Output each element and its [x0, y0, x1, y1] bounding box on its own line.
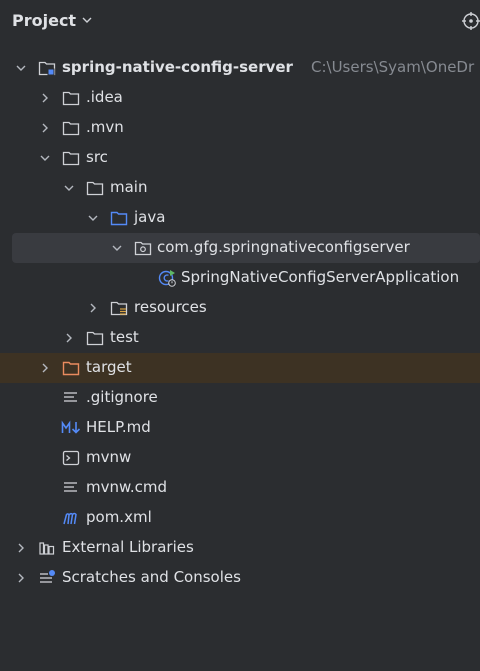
tree-item-label: mvnw — [86, 448, 132, 466]
tree-item-gitignore[interactable]: .gitignore — [0, 383, 480, 413]
tree-item-package[interactable]: com.gfg.springnativeconfigserver — [12, 233, 480, 263]
tree-item-label: pom.xml — [86, 508, 152, 526]
tree-item-mvnw-cmd[interactable]: mvnw.cmd — [0, 473, 480, 503]
tree-item-help-md[interactable]: HELP.md — [0, 413, 480, 443]
tree-item-java[interactable]: java — [0, 203, 480, 233]
tree-item-main[interactable]: main — [0, 173, 480, 203]
chevron-down-icon[interactable] — [15, 62, 27, 74]
terminal-icon — [62, 450, 80, 466]
tree-item-label: test — [110, 328, 139, 346]
tree-item-src[interactable]: src — [0, 143, 480, 173]
chevron-down-icon[interactable] — [111, 242, 123, 254]
folder-icon — [86, 331, 104, 346]
project-tool-window-header: Project — [0, 0, 480, 44]
tree-item-label: .idea — [86, 88, 123, 106]
tree-item-target[interactable]: target — [0, 353, 480, 383]
tree-item-label: main — [110, 178, 148, 196]
tree-item-idea[interactable]: .idea — [0, 83, 480, 113]
tree-item-label: Scratches and Consoles — [62, 568, 241, 586]
folder-icon — [62, 91, 80, 106]
tool-window-title[interactable]: Project — [12, 11, 76, 30]
chevron-right-icon[interactable] — [39, 92, 51, 104]
tree-item-label: HELP.md — [86, 418, 151, 436]
tree-item-label: .gitignore — [86, 388, 158, 406]
tree-item-external-libraries[interactable]: External Libraries — [0, 533, 480, 563]
tree-item-label: mvnw.cmd — [86, 478, 168, 496]
tree-item-label: .mvn — [86, 118, 124, 136]
folder-icon — [62, 121, 80, 136]
chevron-right-icon[interactable] — [15, 542, 27, 554]
scratches-icon — [40, 570, 55, 583]
chevron-down-icon[interactable] — [39, 152, 51, 164]
text-file-icon — [64, 392, 77, 402]
chevron-down-icon[interactable] — [80, 13, 94, 27]
folder-icon — [86, 181, 104, 196]
resources-folder-icon — [110, 301, 128, 316]
tree-item-label: com.gfg.springnativeconfigserver — [157, 238, 410, 256]
chevron-right-icon[interactable] — [87, 302, 99, 314]
package-icon — [134, 241, 152, 256]
tree-item-label: SpringNativeConfigServerApplication — [181, 268, 460, 286]
tree-item-app-class[interactable]: SpringNativeConfigServerApplication — [0, 263, 480, 293]
tree-item-label: java — [134, 208, 166, 226]
library-icon — [39, 542, 55, 555]
spring-boot-class-icon — [158, 270, 176, 287]
tree-item-label: External Libraries — [62, 538, 194, 556]
text-file-icon — [64, 482, 77, 492]
tree-item-root-module[interactable]: spring-native-config-server C:\Users\Sya… — [0, 53, 480, 83]
tree-item-pom[interactable]: pom.xml — [0, 503, 480, 533]
crosshair-icon[interactable] — [462, 12, 480, 30]
tree-item-resources[interactable]: resources — [0, 293, 480, 323]
root-module-label: spring-native-config-server — [62, 58, 293, 76]
chevron-right-icon[interactable] — [39, 122, 51, 134]
chevron-right-icon[interactable] — [63, 332, 75, 344]
tree-item-test[interactable]: test — [0, 323, 480, 353]
tree-item-label: src — [86, 148, 108, 166]
root-module-path: C:\Users\Syam\OneDr — [311, 58, 475, 76]
tree-item-label: resources — [134, 298, 207, 316]
tree-item-label: target — [86, 358, 132, 376]
chevron-down-icon[interactable] — [87, 212, 99, 224]
tree-item-mvn[interactable]: .mvn — [0, 113, 480, 143]
excluded-folder-icon — [62, 361, 80, 376]
chevron-right-icon[interactable] — [39, 362, 51, 374]
source-folder-icon — [110, 211, 128, 226]
markdown-icon — [61, 420, 81, 434]
module-folder-icon — [38, 61, 56, 76]
folder-icon — [62, 151, 80, 166]
chevron-right-icon[interactable] — [15, 572, 27, 584]
chevron-down-icon[interactable] — [63, 182, 75, 194]
tree-item-scratches[interactable]: Scratches and Consoles — [0, 563, 480, 593]
project-tree: spring-native-config-server C:\Users\Sya… — [0, 53, 480, 593]
tree-item-mvnw[interactable]: mvnw — [0, 443, 480, 473]
maven-icon — [63, 512, 77, 525]
